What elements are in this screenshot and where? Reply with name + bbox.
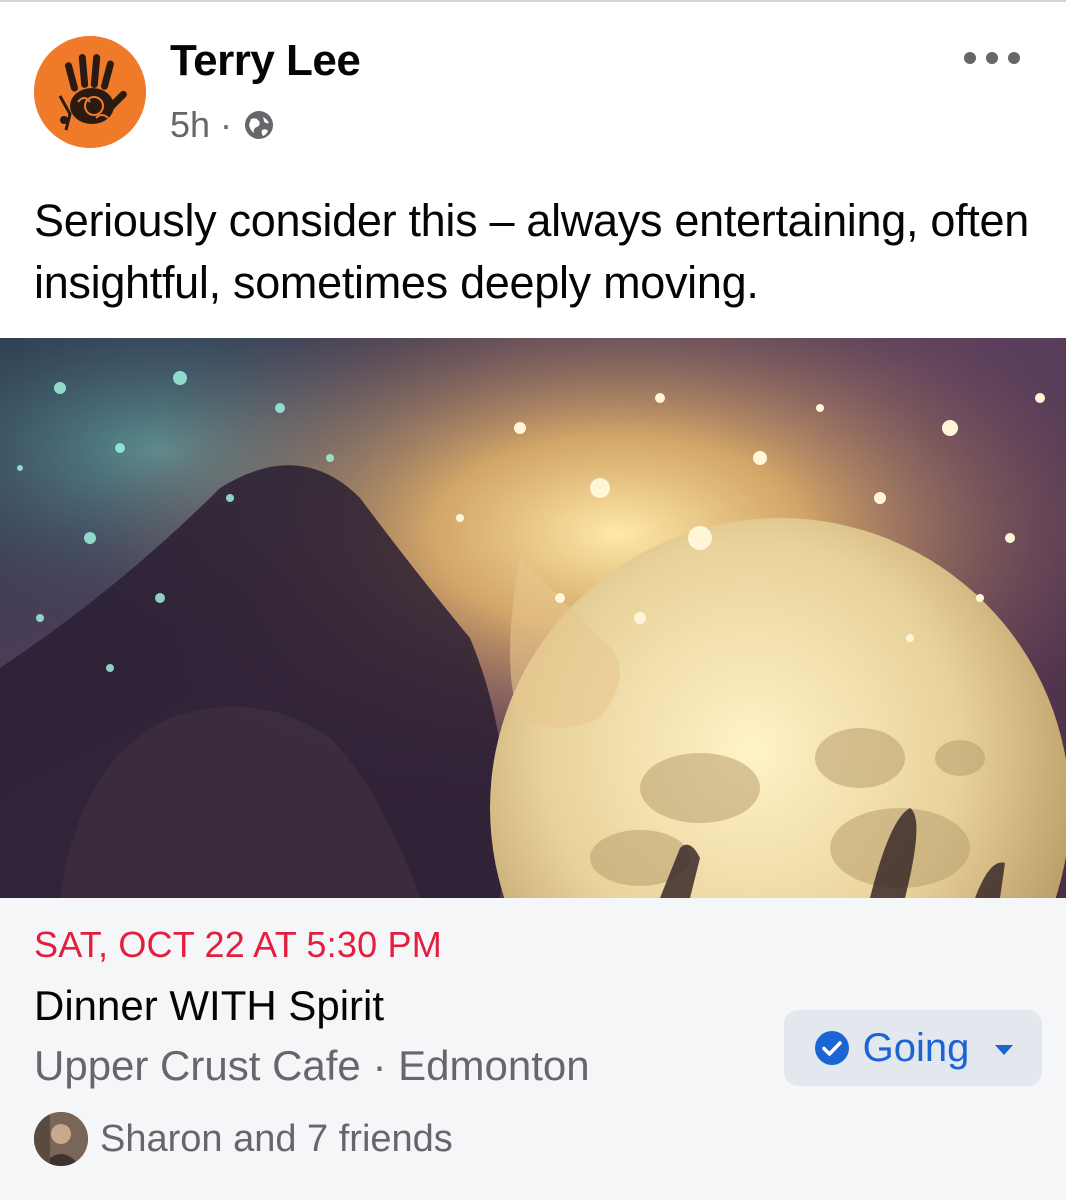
meta-separator: ·	[220, 104, 233, 145]
rsvp-label: Going	[862, 1025, 970, 1070]
author-name[interactable]: Terry Lee	[170, 36, 361, 86]
event-cover-image[interactable]	[0, 338, 1066, 898]
more-options-button[interactable]	[964, 46, 1020, 70]
post-meta: 5h ·	[170, 104, 276, 146]
friend-avatar	[34, 1112, 88, 1166]
check-circle-icon	[813, 1029, 851, 1067]
more-dot	[986, 52, 998, 64]
caret-down-icon	[995, 1045, 1014, 1055]
handprint-logo-icon	[34, 36, 146, 148]
moon-kiss-artwork	[0, 338, 1066, 898]
event-date: SAT, OCT 22 AT 5:30 PM	[34, 924, 442, 965]
post-timestamp[interactable]: 5h	[170, 104, 210, 146]
feed-post: Terry Lee 5h · Seriously consider this –…	[0, 0, 1066, 1200]
author-avatar[interactable]	[34, 36, 146, 148]
globe-icon[interactable]	[242, 108, 276, 142]
event-location[interactable]: Upper Crust Cafe · Edmonton	[34, 1042, 590, 1090]
rsvp-going-button[interactable]: Going	[784, 1010, 1042, 1086]
event-friends-going[interactable]: Sharon and 7 friends	[34, 1112, 453, 1166]
post-text: Seriously consider this – always enterta…	[34, 195, 1029, 308]
more-dots-icon	[964, 52, 976, 64]
friends-going-text: Sharon and 7 friends	[100, 1117, 453, 1160]
more-dot	[1008, 52, 1020, 64]
event-card[interactable]: SAT, OCT 22 AT 5:30 PM Dinner WITH Spiri…	[0, 898, 1066, 1200]
event-title[interactable]: Dinner WITH Spirit	[34, 982, 384, 1030]
